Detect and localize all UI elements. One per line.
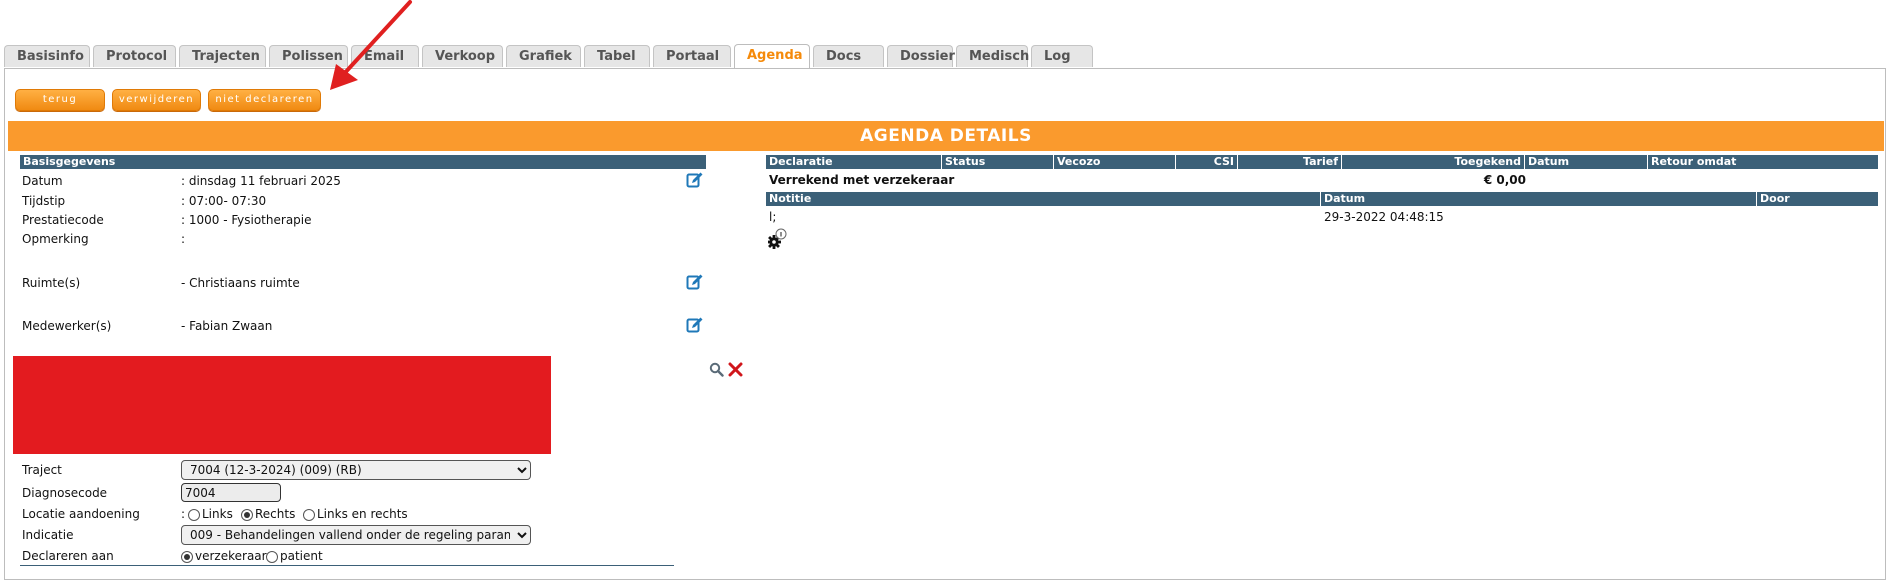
tab-grafiek[interactable]: Grafiek [506, 45, 581, 67]
locatie-prefix: : [181, 507, 186, 521]
no-declare-button[interactable]: niet declareren [208, 89, 321, 111]
declaratie-header: Declaratie Status Vecozo CSI Tarief Toeg… [766, 155, 1878, 169]
search-icon[interactable] [709, 362, 724, 377]
col-toegekend: Toegekend [1341, 155, 1524, 169]
col-datum: Datum [1524, 155, 1572, 169]
delete-button[interactable]: verwijderen [112, 89, 201, 111]
locatie-radio-rechts[interactable] [241, 509, 253, 521]
diagnosecode-input[interactable] [181, 483, 281, 502]
tab-docs[interactable]: Docs [813, 45, 884, 67]
edit-icon[interactable] [686, 316, 704, 334]
ruimte-value: - Christiaans ruimte [181, 276, 300, 290]
col-door: Door [1756, 192, 1793, 206]
tab-label: Verkoop [435, 49, 496, 64]
locatie-option-rechts: Rechts [255, 507, 296, 521]
col-vecozo: Vecozo [1053, 155, 1103, 169]
datum-label: Datum [22, 174, 63, 188]
diagnose-label: Diagnosecode [22, 486, 108, 500]
summary-amount: € 0,00 [1483, 173, 1526, 187]
tab-label: Grafiek [519, 49, 572, 64]
locatie-label: Locatie aandoening [22, 507, 140, 521]
traject-select[interactable]: 7004 (12-3-2024) (009) (RB) [181, 460, 531, 480]
col-status: Status [941, 155, 988, 169]
declareren-radio-verzekeraar[interactable] [181, 551, 193, 563]
traject-label: Traject [22, 463, 62, 477]
annotation-arrow-icon [330, 0, 412, 90]
prestatiecode-label: Prestatiecode [22, 213, 104, 227]
tijdstip-value: : 07:00- 07:30 [181, 194, 267, 208]
redacted-block [13, 356, 551, 454]
tab-label: Basisinfo [17, 49, 84, 64]
form-divider [20, 565, 674, 566]
tab-tabel[interactable]: Tabel [584, 45, 650, 67]
tab-agenda[interactable]: Agenda [734, 44, 810, 68]
prestatiecode-value: : 1000 - Fysiotherapie [181, 213, 312, 227]
tab-label: Dossier [900, 49, 955, 64]
tab-label: Tabel [597, 49, 636, 64]
notities-header: Notitie Datum Door [766, 192, 1878, 206]
summary-label: Verrekend met verzekeraar [769, 173, 955, 187]
back-button[interactable]: terug [15, 89, 105, 111]
locatie-option-links: Links [202, 507, 233, 521]
page-title: AGENDA DETAILS [8, 121, 1884, 151]
col-notitie: Notitie [769, 192, 812, 205]
col-csi: CSI [1175, 155, 1237, 169]
edit-icon[interactable] [686, 273, 704, 291]
tab-label: Docs [826, 49, 862, 64]
col-retour: Retour omdat [1647, 155, 1739, 169]
datum-value: : dinsdag 11 februari 2025 [181, 174, 341, 188]
delete-icon[interactable] [728, 362, 743, 377]
declareren-label: Declareren aan [22, 549, 114, 563]
indicatie-select[interactable]: 009 - Behandelingen vallend onder de reg… [181, 525, 531, 545]
declareren-option-verzekeraar: verzekeraar [195, 549, 267, 563]
tab-portaal[interactable]: Portaal [653, 45, 731, 67]
declareren-option-patient: patient [280, 549, 323, 563]
declareren-radio-patient[interactable] [266, 551, 278, 563]
tab-dossier[interactable]: Dossier [887, 45, 955, 67]
locatie-option-links-en-rechts: Links en rechts [317, 507, 408, 521]
medewerker-label: Medewerker(s) [22, 319, 112, 333]
edit-icon[interactable] [686, 171, 704, 189]
tab-label: Medisch [969, 49, 1030, 64]
col-declaratie: Declaratie [769, 155, 833, 168]
basis-header: Basisgegevens [20, 155, 706, 169]
notitie-text: l; [769, 210, 777, 224]
indicatie-label: Indicatie [22, 528, 74, 542]
medewerker-value: - Fabian Zwaan [181, 319, 273, 333]
tab-label: Trajecten [192, 49, 260, 64]
col-tarief: Tarief [1237, 155, 1341, 169]
tab-label: Protocol [106, 49, 168, 64]
notitie-datum: 29-3-2022 04:48:15 [1324, 210, 1444, 224]
gear-icon[interactable] [768, 228, 796, 252]
tab-label: Portaal [666, 49, 720, 64]
info-icon [775, 228, 787, 240]
tijdstip-label: Tijdstip [22, 194, 66, 208]
tab-trajecten[interactable]: Trajecten [179, 45, 266, 67]
locatie-radio-links[interactable] [188, 509, 200, 521]
tab-label: Log [1044, 49, 1071, 64]
tab-label: Agenda [747, 48, 803, 63]
col-notitie-datum: Datum [1320, 192, 1368, 206]
tab-log[interactable]: Log [1031, 45, 1093, 67]
tab-verkoop[interactable]: Verkoop [422, 45, 503, 67]
basis-header-label: Basisgegevens [23, 155, 116, 168]
tab-basisinfo[interactable]: Basisinfo [4, 45, 90, 67]
tab-medisch[interactable]: Medisch [956, 45, 1030, 67]
locatie-radio-links-en-rechts[interactable] [303, 509, 315, 521]
opmerking-value: : [181, 232, 186, 246]
opmerking-label: Opmerking [22, 232, 89, 246]
ruimte-label: Ruimte(s) [22, 276, 81, 290]
tab-protocol[interactable]: Protocol [93, 45, 176, 67]
